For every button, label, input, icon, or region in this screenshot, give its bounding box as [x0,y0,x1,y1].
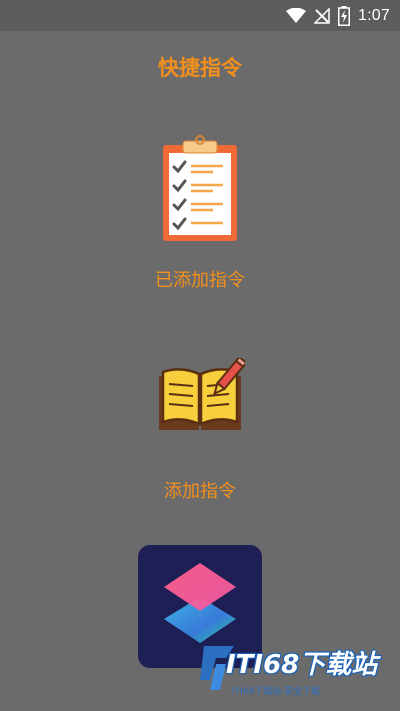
watermark: ITI68下载站 ITI68下载站·安全下载 [196,628,400,711]
wifi-icon [286,8,307,23]
status-time: 1:07 [358,7,390,24]
battery-charging-icon [338,6,351,26]
watermark-text: ITI68下载站 [226,650,378,680]
added-shortcuts-item[interactable]: 已添加指令 [0,135,400,295]
clipboard-checklist-icon [163,135,237,241]
page-title: 快捷指令 [158,56,242,80]
status-icons: 1:07 [286,4,390,28]
watermark-subtext: ITI68下载站·安全下载 [232,687,321,697]
added-shortcuts-label: 已添加指令 [155,270,245,291]
open-book-pencil-icon [159,358,245,430]
status-bar: 1:07 [0,0,400,31]
no-signal-icon [314,8,330,24]
add-shortcut-label: 添加指令 [164,481,236,502]
add-shortcut-item[interactable]: 添加指令 [0,358,400,503]
